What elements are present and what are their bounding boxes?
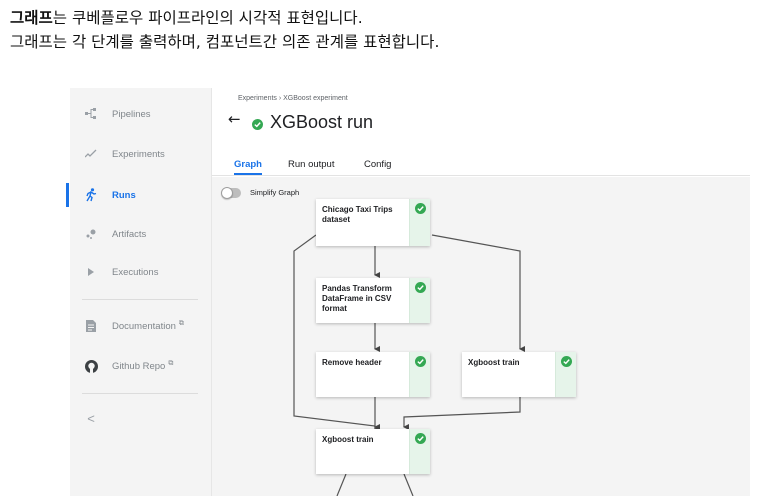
active-indicator xyxy=(66,183,69,207)
node-label: Xgboost train xyxy=(322,435,374,444)
back-arrow-icon[interactable]: ← xyxy=(228,110,241,128)
main-content: Experiments › XGBoost experiment ← XGBoo… xyxy=(212,88,750,496)
graph-node-xgboost-train[interactable]: Xgboost train xyxy=(316,429,430,474)
sidebar-item-pipelines[interactable]: Pipelines xyxy=(70,102,212,126)
sidebar-divider xyxy=(82,393,198,394)
graph-edges xyxy=(293,234,525,496)
sidebar-item-artifacts[interactable]: Artifacts xyxy=(70,222,212,246)
caption-line-1: 그래프는 쿠베플로우 파이프라인의 시각적 표현입니다. xyxy=(10,6,439,30)
run-status-icon xyxy=(252,119,263,130)
caption-keyword: 그래프 xyxy=(10,9,53,27)
tab-graph[interactable]: Graph xyxy=(234,159,262,175)
sidebar-item-runs[interactable]: Runs xyxy=(66,183,212,207)
tab-run-output[interactable]: Run output xyxy=(288,159,334,170)
caption-line-2: 그래프는 각 단계를 출력하며, 컴포넌트간 의존 관계를 표현합니다. xyxy=(10,33,440,51)
kubeflow-app: Pipelines Experiments Runs Artifacts Exe… xyxy=(66,88,750,496)
edge-dataset-to-train xyxy=(293,234,380,432)
sidebar-item-experiments[interactable]: Experiments xyxy=(70,142,212,166)
tab-label: Run output xyxy=(288,159,335,170)
sidebar-item-executions[interactable]: Executions xyxy=(70,260,212,284)
edge-train-out-left xyxy=(336,473,347,496)
sidebar: Pipelines Experiments Runs Artifacts Exe… xyxy=(66,88,212,496)
sidebar-item-label-wrap: Documentation ⧉ xyxy=(112,320,184,332)
node-status-strip xyxy=(409,199,430,246)
check-icon xyxy=(415,433,426,444)
edge-xgboost-train-to-train xyxy=(403,397,521,430)
node-status-strip xyxy=(409,352,430,397)
graph-node-pandas-transform[interactable]: Pandas Transform DataFrame in CSV format xyxy=(316,278,430,323)
breadcrumb[interactable]: Experiments › XGBoost experiment xyxy=(238,95,348,102)
node-status-strip xyxy=(555,352,576,397)
graph-node-remove-header[interactable]: Remove header xyxy=(316,352,430,397)
node-status-strip xyxy=(409,429,430,474)
sidebar-item-label: Experiments xyxy=(112,148,165,160)
documentation-icon xyxy=(84,318,98,334)
experiments-icon xyxy=(84,146,98,162)
sidebar-divider xyxy=(82,299,198,300)
check-icon xyxy=(415,356,426,367)
artifacts-icon xyxy=(84,226,98,242)
page-title: XGBoost run xyxy=(270,112,374,132)
node-label: Pandas Transform DataFrame in CSV format xyxy=(322,284,392,313)
graph-node-chicago-taxi-trips[interactable]: Chicago Taxi Trips dataset xyxy=(316,199,430,246)
chevron-left-icon: < xyxy=(87,410,95,426)
tab-config[interactable]: Config xyxy=(364,159,391,170)
graph-node-xgboost-train-side[interactable]: Xgboost train xyxy=(462,352,576,397)
sidebar-item-label: Documentation xyxy=(112,321,176,333)
tab-label: Config xyxy=(364,159,392,170)
sidebar-item-label: Artifacts xyxy=(112,228,147,240)
executions-icon xyxy=(84,264,98,280)
github-icon xyxy=(84,358,98,374)
node-label: Remove header xyxy=(322,358,382,367)
node-status-strip xyxy=(409,278,430,323)
check-icon xyxy=(415,203,426,214)
runs-icon xyxy=(84,187,98,203)
graph-canvas[interactable]: Simplify Graph Chicago Taxi Trips datase… xyxy=(212,177,750,496)
check-icon xyxy=(561,356,572,367)
edge-dataset-to-xgboost-train xyxy=(431,234,525,352)
sidebar-item-documentation[interactable]: Documentation ⧉ xyxy=(70,314,212,338)
sidebar-item-github-repo[interactable]: Github Repo ⧉ xyxy=(70,354,212,378)
pipelines-icon xyxy=(84,106,98,122)
external-link-icon: ⧉ xyxy=(178,319,184,327)
sidebar-collapse-button[interactable]: < xyxy=(70,406,212,430)
sidebar-item-label: Executions xyxy=(112,266,159,278)
run-header: Experiments › XGBoost experiment ← XGBoo… xyxy=(212,88,750,176)
sidebar-item-label-wrap: Github Repo ⧉ xyxy=(112,360,173,372)
node-label: Xgboost train xyxy=(468,358,520,367)
tab-label: Graph xyxy=(234,159,262,170)
caption: 그래프는 쿠베플로우 파이프라인의 시각적 표현입니다. 그래프는 각 단계를 … xyxy=(10,6,439,54)
sidebar-item-label: Runs xyxy=(112,189,136,201)
sidebar-item-label: Github Repo xyxy=(112,361,166,373)
check-icon xyxy=(415,282,426,293)
tab-active-indicator xyxy=(234,173,262,175)
edge-train-out-right xyxy=(403,473,414,496)
node-label: Chicago Taxi Trips dataset xyxy=(322,205,393,224)
sidebar-item-label: Pipelines xyxy=(112,108,151,120)
caption-line-1-text: 는 쿠베플로우 파이프라인의 시각적 표현입니다. xyxy=(52,9,363,27)
external-link-icon: ⧉ xyxy=(168,359,174,367)
